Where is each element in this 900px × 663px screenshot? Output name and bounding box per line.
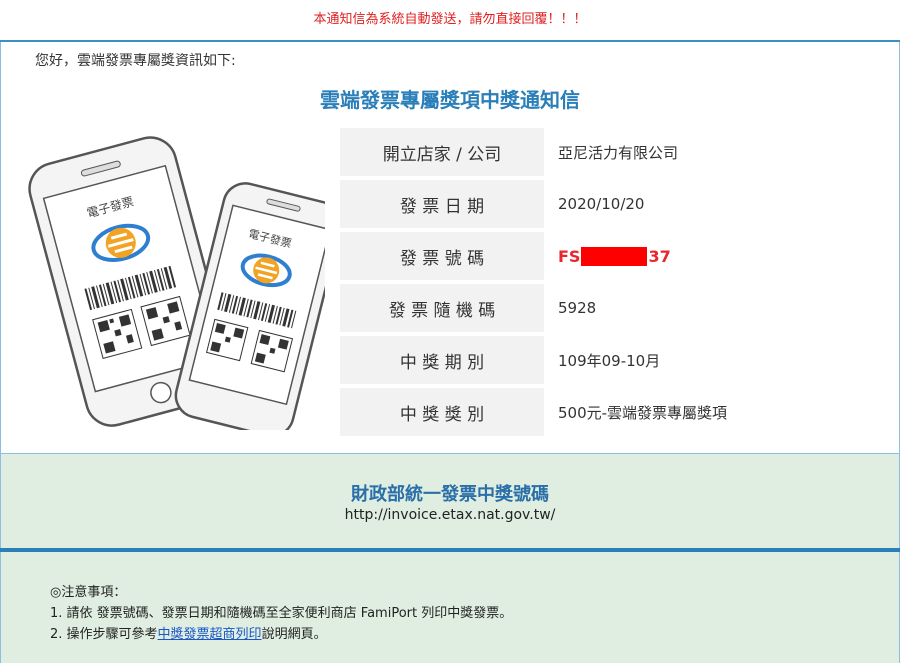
notes-heading: ◎注意事項： xyxy=(50,585,127,600)
greeting-text: 您好，雲端發票專屬獎資訊如下: xyxy=(35,53,236,69)
redaction-block xyxy=(581,246,648,266)
row-label-store: 開立店家 / 公司 xyxy=(340,128,544,176)
notes-item-2-suffix: 說明網頁。 xyxy=(261,627,327,642)
row-value-random-code: 5928 xyxy=(558,299,597,317)
row-value-invoice-date: 2020/10/20 xyxy=(558,195,645,213)
row-value-prize-period: 109年09-10月 xyxy=(558,351,661,370)
notes-item-2: 2. 操作步驟可參考中獎發票超商列印說明網頁。 xyxy=(50,623,327,642)
table-row: 發 票 日 期 2020/10/20 xyxy=(340,180,820,231)
row-label-invoice-number: 發 票 號 碼 xyxy=(340,232,544,280)
auto-notice-banner: 本通知信為系統自動發送，請勿直接回覆！！！ xyxy=(0,0,900,40)
row-value-invoice-number: FS 37 xyxy=(558,232,671,280)
page-title: 雲端發票專屬獎項中獎通知信 xyxy=(320,88,580,112)
notes-item-2-prefix: 2. 操作步驟可參考 xyxy=(50,627,158,642)
row-value-store: 亞尼活力有限公司 xyxy=(558,143,679,162)
row-label-prize-type: 中 獎 獎 別 xyxy=(340,388,544,436)
band-title: 財政部統一發票中獎號碼 xyxy=(351,484,549,505)
invoice-number-suffix: 37 xyxy=(648,246,671,266)
row-value-prize-type: 500元-雲端發票專屬獎項 xyxy=(558,403,728,422)
table-row: 發 票 號 碼 FS 37 xyxy=(340,232,820,283)
row-label-random-code: 發 票 隨 機 碼 xyxy=(340,284,544,332)
invoice-number-prefix: FS xyxy=(558,246,581,266)
table-row: 中 獎 期 別 109年09-10月 xyxy=(340,336,820,387)
lottery-url[interactable]: http://invoice.etax.nat.gov.tw/ xyxy=(0,507,900,523)
row-label-invoice-date: 發 票 日 期 xyxy=(340,180,544,228)
table-row: 發 票 隨 機 碼 5928 xyxy=(340,284,820,335)
print-guide-link[interactable]: 中獎發票超商列印 xyxy=(158,627,262,642)
table-row: 開立店家 / 公司 亞尼活力有限公司 xyxy=(340,128,820,179)
row-label-prize-period: 中 獎 期 別 xyxy=(340,336,544,384)
notes-item-1: 1. 請依 發票號碼、發票日期和隨機碼至全家便利商店 FamiPort 列印中獎… xyxy=(50,606,513,621)
e-invoice-phones-illustration: 電子發票 電子發票 xyxy=(28,136,325,430)
table-row: 中 獎 獎 別 500元-雲端發票專屬獎項 xyxy=(340,388,820,439)
